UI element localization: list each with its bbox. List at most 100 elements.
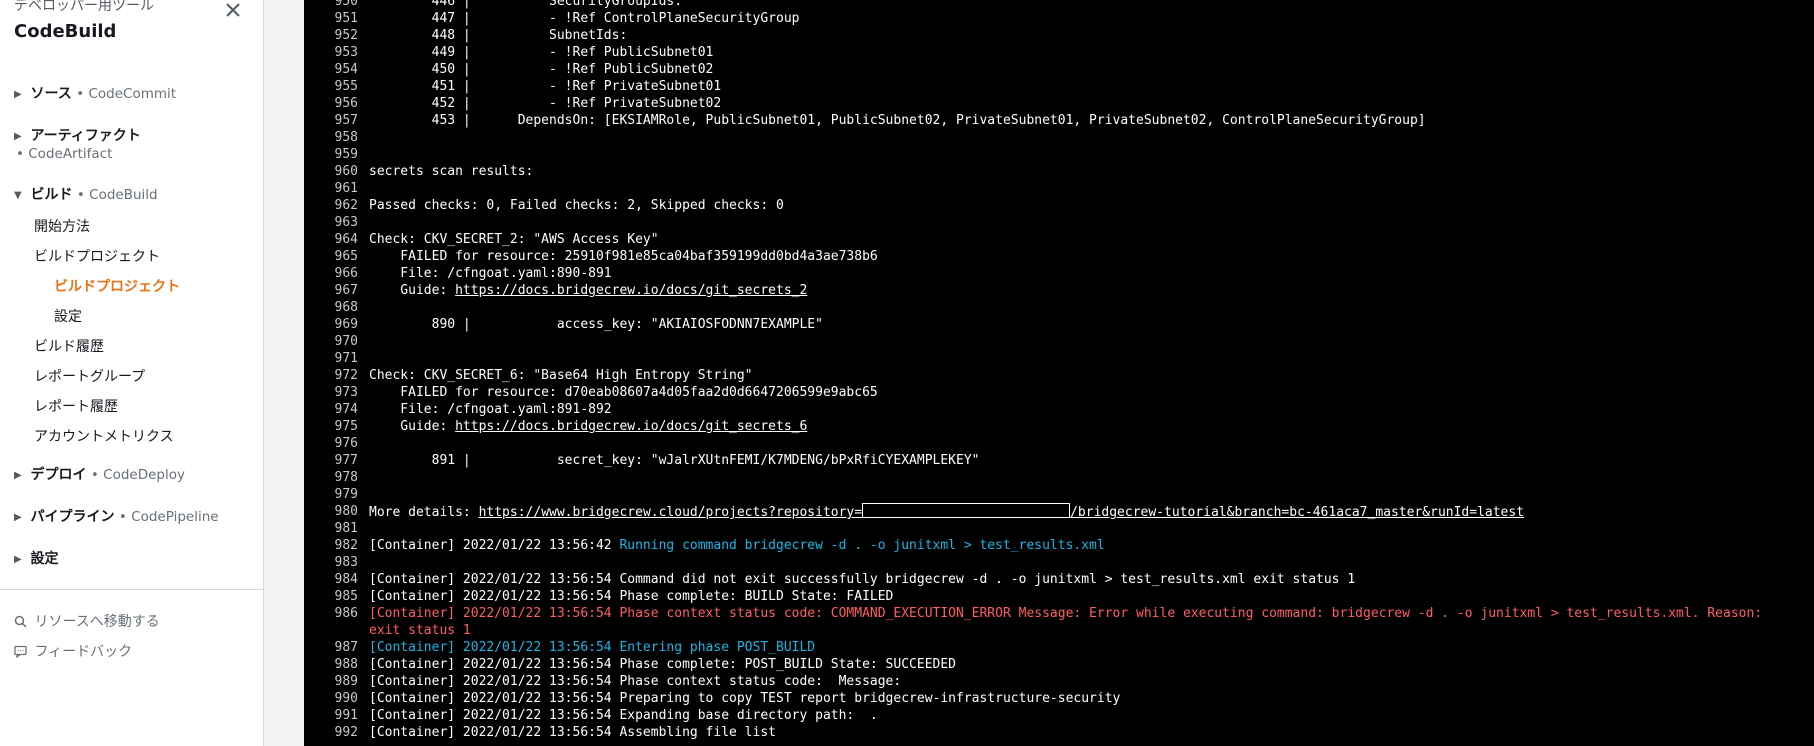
log-line-text: [Container] 2022/01/22 13:56:54 Phase co…	[369, 673, 1800, 690]
log-line: 992 [Container] 2022/01/22 13:56:54 Assem…	[304, 724, 1814, 741]
log-text: 449 | - !Ref PublicSubnet01	[369, 45, 714, 60]
log-line: 953 449 | - !Ref PublicSubnet01	[304, 44, 1814, 61]
log-text: [Container] 2022/01/22 13:56:54 Assembli…	[369, 725, 776, 740]
sidebar-divider	[0, 589, 263, 590]
log-line: 979	[304, 486, 1814, 503]
feedback-link[interactable]: フィードバック	[14, 641, 132, 662]
log-line: 987 [Container] 2022/01/22 13:56:54 Enter…	[304, 639, 1814, 656]
caret-right-icon: ▶	[14, 89, 22, 100]
goto-resource-label: リソースへ移動する	[34, 614, 160, 630]
log-line: 977 891 | secret_key: "wJalrXUtnFEMI/K7M…	[304, 452, 1814, 469]
log-line-text: Guide: https://docs.bridgecrew.io/docs/g…	[369, 282, 1800, 299]
log-line-number: 950	[334, 0, 358, 9]
log-line-number: 982	[334, 538, 358, 553]
close-icon[interactable]	[223, 0, 243, 20]
nav-item-build-projects[interactable]: ビルドプロジェクト	[34, 246, 160, 266]
log-line-number: 988	[334, 657, 358, 672]
log-line-number: 986	[334, 606, 358, 621]
log-line-number: 977	[334, 453, 358, 468]
log-text-prefix: Guide:	[369, 283, 456, 298]
log-text: FAILED for resource: d70eab08607a4d05faa…	[369, 385, 878, 400]
feedback-label: フィードバック	[34, 644, 133, 660]
log-text: 450 | - !Ref PublicSubnet02	[369, 62, 714, 77]
log-link[interactable]: https://docs.bridgecrew.io/docs/git_secr…	[455, 283, 807, 298]
log-text: Check: CKV_SECRET_2: "AWS Access Key"	[369, 232, 659, 247]
log-line-text: 450 | - !Ref PublicSubnet02	[369, 61, 1800, 78]
nav-section-build[interactable]: ▼ ビルド • CodeBuild	[14, 184, 158, 204]
log-line: 971	[304, 350, 1814, 367]
log-line: 956 452 | - !Ref PrivateSubnet02	[304, 95, 1814, 112]
log-line-number: 956	[334, 96, 358, 111]
log-line-text: Check: CKV_SECRET_2: "AWS Access Key"	[369, 231, 1800, 248]
log-text: File: /cfngoat.yaml:890-891	[369, 266, 612, 281]
log-line: 968	[304, 299, 1814, 316]
nav-item-report-history[interactable]: レポート履歴	[34, 396, 118, 416]
log-line: 985 [Container] 2022/01/22 13:56:54 Phase…	[304, 588, 1814, 605]
nav-item-build-project-current[interactable]: ビルドプロジェクト	[54, 276, 180, 296]
nav-section-label: ソース	[30, 86, 72, 102]
nav-item-build-project-settings[interactable]: 設定	[54, 306, 82, 326]
log-line-number: 971	[334, 351, 358, 366]
caret-down-icon: ▼	[14, 190, 22, 201]
nav-section-source[interactable]: ▶ ソース • CodeCommit	[14, 83, 176, 103]
log-link[interactable]: /bridgecrew-tutorial&branch=bc-461aca7_m…	[1070, 505, 1524, 520]
log-line-text: 446 | SecurityGroupIds:	[369, 0, 1800, 10]
log-text: [Container] 2022/01/22 13:56:54 Phase co…	[369, 674, 902, 689]
build-log-lines: 950 446 | SecurityGroupIds: 951 447 | - !…	[304, 0, 1814, 741]
log-line-text: [Container] 2022/01/22 13:56:54 Entering…	[369, 639, 1800, 656]
nav-item-getting-started[interactable]: 開始方法	[34, 216, 90, 236]
log-text-highlight: Running command bridgecrew -d . -o junit…	[619, 538, 1105, 553]
nav-section-settings[interactable]: ▶ 設定	[14, 548, 58, 568]
nav-item-build-history[interactable]: ビルド履歴	[34, 336, 104, 356]
log-link[interactable]: https://www.bridgecrew.cloud/projects?re…	[479, 505, 863, 520]
log-text: [Container] 2022/01/22 13:56:54 Phase co…	[369, 606, 1770, 638]
caret-right-icon: ▶	[14, 131, 22, 142]
log-link[interactable]: https://docs.bridgecrew.io/docs/git_secr…	[455, 419, 807, 434]
nav-section-artifacts[interactable]: ▶ アーティファクト	[14, 125, 141, 145]
log-line-number: 963	[334, 215, 358, 230]
goto-resource-link[interactable]: リソースへ移動する	[14, 611, 160, 632]
log-line-number: 955	[334, 79, 358, 94]
log-text: [Container] 2022/01/22 13:56:54 Preparin…	[369, 691, 1121, 706]
log-line-number: 967	[334, 283, 358, 298]
log-text: Check: CKV_SECRET_6: "Base64 High Entrop…	[369, 368, 753, 383]
log-line: 970	[304, 333, 1814, 350]
log-line-number: 968	[334, 300, 358, 315]
log-line: 964 Check: CKV_SECRET_2: "AWS Access Key"	[304, 231, 1814, 248]
nav-section-pipeline[interactable]: ▶ パイプライン • CodePipeline	[14, 506, 219, 526]
redaction-box	[862, 503, 1071, 518]
log-text: Passed checks: 0, Failed checks: 2, Skip…	[369, 198, 784, 213]
log-line: 960 secrets scan results:	[304, 163, 1814, 180]
log-line: 988 [Container] 2022/01/22 13:56:54 Phase…	[304, 656, 1814, 673]
log-text-prefix: [Container] 2022/01/22 13:56:42	[369, 538, 620, 553]
log-line-text: [Container] 2022/01/22 13:56:54 Phase co…	[369, 656, 1800, 673]
log-text: [Container] 2022/01/22 13:56:54 Phase co…	[369, 589, 894, 604]
log-line-text: Check: CKV_SECRET_6: "Base64 High Entrop…	[369, 367, 1800, 384]
log-text: 451 | - !Ref PrivateSubnet01	[369, 79, 722, 94]
log-line: 955 451 | - !Ref PrivateSubnet01	[304, 78, 1814, 95]
search-icon	[14, 615, 30, 632]
log-line-number: 981	[334, 521, 358, 536]
log-line-text: [Container] 2022/01/22 13:56:54 Phase co…	[369, 588, 1800, 605]
log-line: 961	[304, 180, 1814, 197]
sidebar-header: デベロッパー用ツール CodeBuild	[14, 0, 244, 43]
nav-section-label: デプロイ	[30, 467, 87, 483]
log-line-number: 958	[334, 130, 358, 145]
sidebar-title[interactable]: CodeBuild	[14, 21, 244, 43]
log-line: 957 453 | DependsOn: [EKSIAMRole, Public…	[304, 112, 1814, 129]
log-line-number: 975	[334, 419, 358, 434]
log-line-text: File: /cfngoat.yaml:891-892	[369, 401, 1800, 418]
log-line: 965 FAILED for resource: 25910f981e85ca0…	[304, 248, 1814, 265]
nav-item-report-groups[interactable]: レポートグループ	[34, 366, 145, 386]
nav-item-account-metrics[interactable]: アカウントメトリクス	[34, 426, 174, 446]
log-line-text: [Container] 2022/01/22 13:56:54 Preparin…	[369, 690, 1800, 707]
log-line-text: Passed checks: 0, Failed checks: 2, Skip…	[369, 197, 1800, 214]
nav-section-service: • CodeCommit	[76, 86, 177, 102]
nav-section-deploy[interactable]: ▶ デプロイ • CodeDeploy	[14, 464, 185, 484]
nav-section-service: • CodeDeploy	[90, 467, 185, 483]
log-line-number: 961	[334, 181, 358, 196]
log-line: 951 447 | - !Ref ControlPlaneSecurityGro…	[304, 10, 1814, 27]
log-line-number: 980	[334, 504, 358, 519]
build-log-panel[interactable]: 950 446 | SecurityGroupIds: 951 447 | - !…	[304, 0, 1814, 746]
nav-section-service: • CodeBuild	[76, 187, 158, 203]
